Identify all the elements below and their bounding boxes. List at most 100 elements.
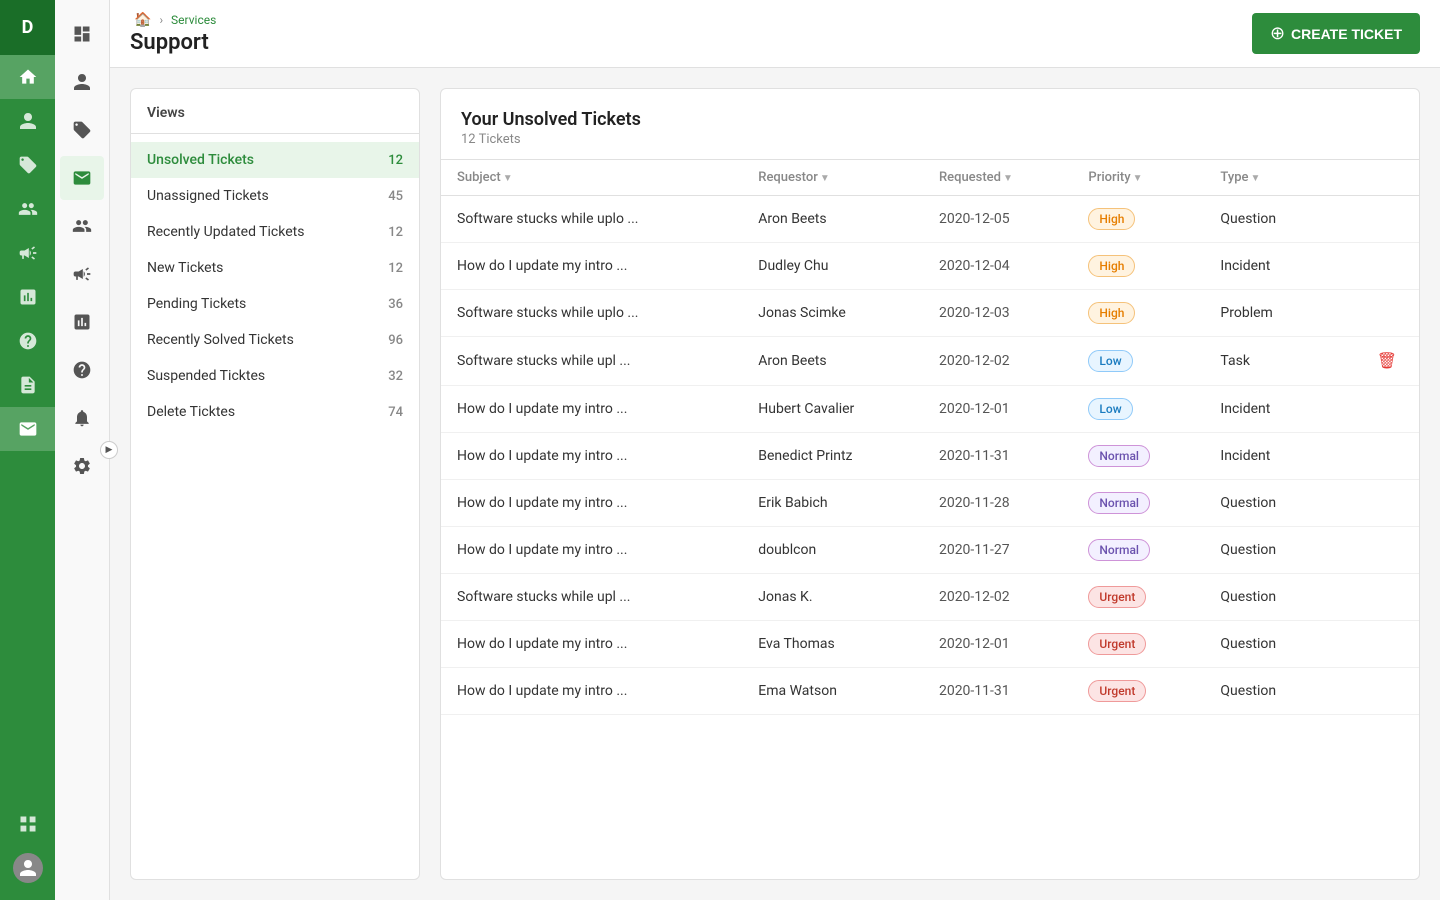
ticket-actions xyxy=(1328,386,1419,433)
ticket-requested: 2020-11-27 xyxy=(923,527,1072,574)
table-row[interactable]: How do I update my intro ... Hubert Cava… xyxy=(441,386,1419,433)
sidebar-item-new-tickets[interactable]: New Tickets 12 xyxy=(131,250,419,286)
ticket-subject: How do I update my intro ... xyxy=(441,243,742,290)
nav-avatar[interactable] xyxy=(0,846,55,890)
nav-grid[interactable] xyxy=(0,802,55,846)
ticket-requestor: Ema Watson xyxy=(742,668,923,715)
table-wrapper: Subject▼Requestor▼Requested▼Priority▼Typ… xyxy=(441,160,1419,879)
ticket-priority: High xyxy=(1072,196,1204,243)
sidebar-item-recently-updated-tickets[interactable]: Recently Updated Tickets 12 xyxy=(131,214,419,250)
sidebar-item-count: 36 xyxy=(388,297,403,312)
sec-nav-icon-2[interactable] xyxy=(60,60,104,104)
page-header: 🏠 › Services Support ⊕ CREATE TICKET xyxy=(110,0,1440,68)
sidebar-item-recently-solved-tickets[interactable]: Recently Solved Tickets 96 xyxy=(131,322,419,358)
collapse-button[interactable]: ▶ xyxy=(100,441,118,459)
ticket-requested: 2020-12-03 xyxy=(923,290,1072,337)
sec-nav-icon-4[interactable] xyxy=(60,156,104,200)
table-row[interactable]: How do I update my intro ... Benedict Pr… xyxy=(441,433,1419,480)
ticket-type: Question xyxy=(1204,668,1328,715)
sec-nav-icon-1[interactable] xyxy=(60,12,104,56)
nav-docs[interactable] xyxy=(0,363,55,407)
ticket-subject: Software stucks while upl ... xyxy=(441,337,742,386)
table-row[interactable]: How do I update my intro ... Eva Thomas … xyxy=(441,621,1419,668)
sidebar-item-count: 12 xyxy=(388,153,403,168)
table-row[interactable]: How do I update my intro ... Erik Babich… xyxy=(441,480,1419,527)
table-row[interactable]: Software stucks while uplo ... Aron Beet… xyxy=(441,196,1419,243)
second-navigation: ▶ xyxy=(55,0,110,900)
col-header-requestor[interactable]: Requestor▼ xyxy=(742,160,923,196)
ticket-actions xyxy=(1328,621,1419,668)
ticket-actions xyxy=(1328,433,1419,480)
table-row[interactable]: Software stucks while upl ... Jonas K. 2… xyxy=(441,574,1419,621)
ticket-actions xyxy=(1328,574,1419,621)
sidebar-item-label: Recently Solved Tickets xyxy=(147,332,294,348)
app-logo[interactable]: D xyxy=(0,0,55,55)
ticket-requestor: Erik Babich xyxy=(742,480,923,527)
ticket-subject: How do I update my intro ... xyxy=(441,480,742,527)
ticket-subject: How do I update my intro ... xyxy=(441,527,742,574)
col-header-type[interactable]: Type▼ xyxy=(1204,160,1328,196)
sidebar-item-pending-tickets[interactable]: Pending Tickets36 xyxy=(131,286,419,322)
breadcrumb-parent[interactable]: Services xyxy=(171,13,216,27)
sidebar-item-count: 96 xyxy=(388,333,403,348)
sidebar-item-label: New Tickets xyxy=(147,260,223,276)
ticket-actions xyxy=(1328,527,1419,574)
delete-ticket-button[interactable]: 🗑 xyxy=(1371,349,1403,373)
sidebar-item-count: 12 xyxy=(388,225,403,240)
nav-reports[interactable] xyxy=(0,275,55,319)
nav-contacts[interactable] xyxy=(0,187,55,231)
ticket-type: Incident xyxy=(1204,386,1328,433)
ticket-requested: 2020-12-04 xyxy=(923,243,1072,290)
sec-nav-icon-6[interactable] xyxy=(60,252,104,296)
col-header-requested[interactable]: Requested▼ xyxy=(923,160,1072,196)
ticket-requestor: Jonas K. xyxy=(742,574,923,621)
nav-tags[interactable] xyxy=(0,143,55,187)
table-title: Your Unsolved Tickets xyxy=(461,109,1399,130)
ticket-subject: Software stucks while uplo ... xyxy=(441,196,742,243)
sidebar-item-label: Recently Updated Tickets xyxy=(147,224,304,240)
sidebar-item-unsolved-tickets[interactable]: Unsolved Tickets 12 xyxy=(131,142,419,178)
sec-nav-icon-8[interactable] xyxy=(60,348,104,392)
far-navigation: D xyxy=(0,0,55,900)
col-header-priority[interactable]: Priority▼ xyxy=(1072,160,1204,196)
sidebar-item-count: 12 xyxy=(388,261,403,276)
table-row[interactable]: How do I update my intro ... Ema Watson … xyxy=(441,668,1419,715)
breadcrumb-separator: › xyxy=(159,13,163,27)
sidebar-item-label: Delete Ticktes xyxy=(147,404,235,420)
nav-campaigns[interactable] xyxy=(0,231,55,275)
ticket-requestor: Aron Beets xyxy=(742,196,923,243)
sidebar-item-suspended-ticktes[interactable]: Suspended Ticktes32 xyxy=(131,358,419,394)
table-row[interactable]: How do I update my intro ... Dudley Chu … xyxy=(441,243,1419,290)
ticket-priority: Normal xyxy=(1072,480,1204,527)
col-header-subject[interactable]: Subject▼ xyxy=(441,160,742,196)
ticket-requestor: doublcon xyxy=(742,527,923,574)
ticket-type: Question xyxy=(1204,480,1328,527)
table-row[interactable]: Software stucks while upl ... Aron Beets… xyxy=(441,337,1419,386)
ticket-requested: 2020-12-05 xyxy=(923,196,1072,243)
sidebar-item-unassigned-tickets[interactable]: Unassigned Tickets45 xyxy=(131,178,419,214)
create-ticket-button[interactable]: ⊕ CREATE TICKET xyxy=(1252,13,1420,54)
sec-nav-icon-3[interactable] xyxy=(60,108,104,152)
sidebar-item-label: Unsolved Tickets xyxy=(147,152,254,168)
nav-help[interactable] xyxy=(0,319,55,363)
sidebar-item-delete-ticktes[interactable]: Delete Ticktes74 xyxy=(131,394,419,430)
sec-nav-icon-7[interactable] xyxy=(60,300,104,344)
sec-nav-icon-5[interactable] xyxy=(60,204,104,248)
ticket-requested: 2020-11-28 xyxy=(923,480,1072,527)
ticket-priority: Urgent xyxy=(1072,621,1204,668)
ticket-actions xyxy=(1328,243,1419,290)
nav-home[interactable] xyxy=(0,55,55,99)
ticket-requestor: Dudley Chu xyxy=(742,243,923,290)
sec-nav-icon-9[interactable] xyxy=(60,396,104,440)
nav-support[interactable] xyxy=(0,407,55,451)
sidebar-title: Views xyxy=(131,105,419,134)
ticket-subject: How do I update my intro ... xyxy=(441,621,742,668)
table-row[interactable]: Software stucks while uplo ... Jonas Sci… xyxy=(441,290,1419,337)
ticket-priority: Normal xyxy=(1072,433,1204,480)
page-title: Support xyxy=(130,30,220,55)
table-row[interactable]: How do I update my intro ... doublcon 20… xyxy=(441,527,1419,574)
ticket-type: Problem xyxy=(1204,290,1328,337)
ticket-actions: 🗑 xyxy=(1328,337,1419,386)
sec-nav-icon-10[interactable] xyxy=(60,444,104,488)
nav-people[interactable] xyxy=(0,99,55,143)
